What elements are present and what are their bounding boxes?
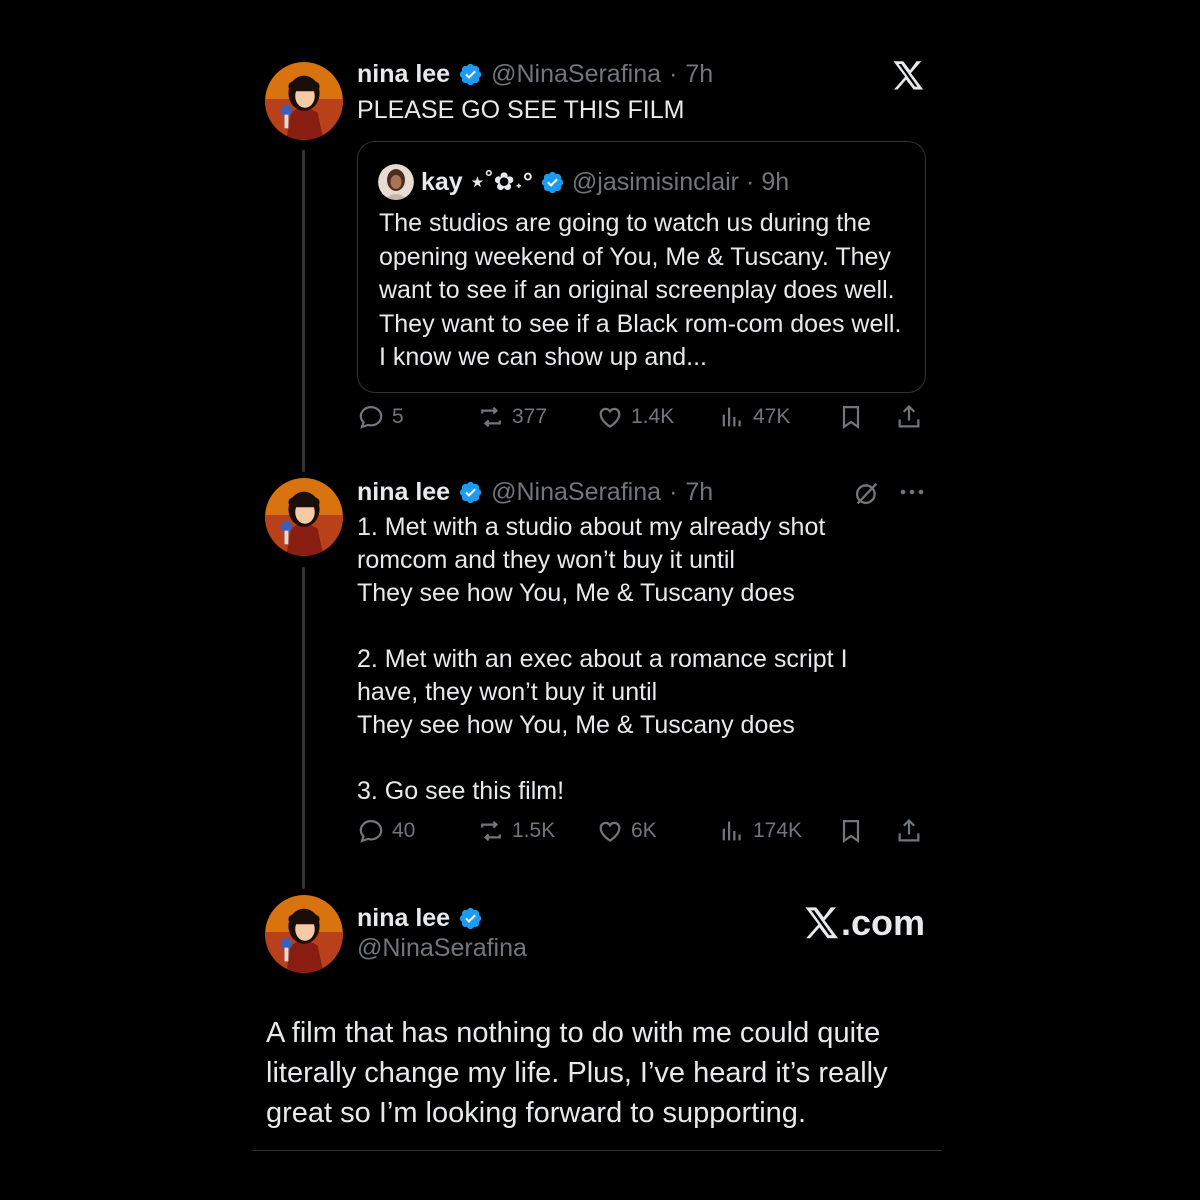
quote-header: kay ⋆˚✿˖° @jasimisinclair · 9h xyxy=(378,164,789,200)
x-com-watermark: .com xyxy=(805,902,925,944)
bookmark-button[interactable] xyxy=(837,403,865,431)
quote-author-handle: @jasimisinclair xyxy=(571,167,739,196)
reply-count: 40 xyxy=(392,819,416,842)
thread-connector-2 xyxy=(302,567,305,889)
tweet2-header: nina lee @NinaSerafina · 7h xyxy=(357,478,713,507)
views-count: 47K xyxy=(753,405,791,428)
avatar[interactable] xyxy=(265,895,343,973)
like-count: 6K xyxy=(631,819,657,842)
divider xyxy=(252,1150,942,1151)
separator-dot: · xyxy=(669,60,678,88)
views-icon xyxy=(718,817,746,845)
share-icon xyxy=(895,403,923,431)
author-handle[interactable]: @NinaSerafina xyxy=(491,60,661,89)
views-count: 174K xyxy=(753,819,803,842)
share-button[interactable] xyxy=(895,403,923,431)
like-button[interactable]: 6K xyxy=(596,817,657,845)
quote-text: The studios are going to watch us during… xyxy=(379,209,902,371)
repost-icon xyxy=(477,403,505,431)
share-button[interactable] xyxy=(895,817,923,845)
views-button[interactable]: 174K xyxy=(718,817,802,845)
views-icon xyxy=(718,403,746,431)
thread-connector-1 xyxy=(302,150,305,472)
tweet3-handle-row: @NinaSerafina xyxy=(357,934,527,963)
reply-icon xyxy=(357,817,385,845)
timestamp[interactable]: 7h xyxy=(685,60,713,89)
author-name[interactable]: nina lee xyxy=(357,904,450,933)
tweet-text: 1. Met with a studio about my already sh… xyxy=(357,513,848,805)
quote-author-name: kay ⋆˚✿˖° xyxy=(421,168,533,196)
reply-count: 5 xyxy=(392,405,404,428)
author-name[interactable]: nina lee xyxy=(357,60,450,89)
verified-badge-icon xyxy=(458,62,483,87)
separator-dot: · xyxy=(669,478,678,506)
like-count: 1.4K xyxy=(631,405,675,428)
tweet-text: PLEASE GO SEE THIS FILM xyxy=(357,96,685,124)
views-button[interactable]: 47K xyxy=(718,403,790,431)
bookmark-button[interactable] xyxy=(837,817,865,845)
bookmark-icon xyxy=(837,403,865,431)
tweet2-action-bar: 40 1.5K 6K 174K xyxy=(357,817,927,857)
quoted-tweet-card[interactable]: kay ⋆˚✿˖° @jasimisinclair · 9h The studios… xyxy=(357,141,926,393)
separator-dot: · xyxy=(745,167,755,196)
quote-timestamp: 9h xyxy=(761,167,790,196)
repost-button[interactable]: 1.5K xyxy=(477,817,555,845)
heart-icon xyxy=(596,817,624,845)
repost-count: 1.5K xyxy=(512,819,556,842)
tweet1-header: nina lee @NinaSerafina · 7h xyxy=(357,60,713,89)
grok-icon[interactable] xyxy=(853,479,881,512)
verified-badge-icon xyxy=(458,906,483,931)
reply-icon xyxy=(357,403,385,431)
verified-badge-icon xyxy=(458,480,483,505)
author-handle[interactable]: @NinaSerafina xyxy=(491,478,661,507)
author-handle[interactable]: @NinaSerafina xyxy=(357,934,527,963)
tweet3-name-row: nina lee xyxy=(357,904,483,933)
like-button[interactable]: 1.4K xyxy=(596,403,674,431)
quote-avatar xyxy=(378,164,414,200)
reply-button[interactable]: 5 xyxy=(357,403,404,431)
timestamp[interactable]: 7h xyxy=(685,478,713,507)
heart-icon xyxy=(596,403,624,431)
avatar[interactable] xyxy=(265,478,343,556)
author-name[interactable]: nina lee xyxy=(357,478,450,507)
x-logo-icon[interactable] xyxy=(893,61,924,95)
repost-icon xyxy=(477,817,505,845)
repost-button[interactable]: 377 xyxy=(477,403,547,431)
tweet1-action-bar: 5 377 1.4K 47K xyxy=(357,403,927,443)
tweet-text: A film that has nothing to do with me co… xyxy=(266,1017,888,1129)
repost-count: 377 xyxy=(512,405,548,428)
more-options-icon[interactable] xyxy=(898,482,926,507)
bookmark-icon xyxy=(837,817,865,845)
x-logo-icon xyxy=(805,906,839,940)
share-icon xyxy=(895,817,923,845)
x-com-label: .com xyxy=(841,902,926,943)
verified-badge-icon xyxy=(540,170,565,195)
reply-button[interactable]: 40 xyxy=(357,817,415,845)
avatar[interactable] xyxy=(265,62,343,140)
